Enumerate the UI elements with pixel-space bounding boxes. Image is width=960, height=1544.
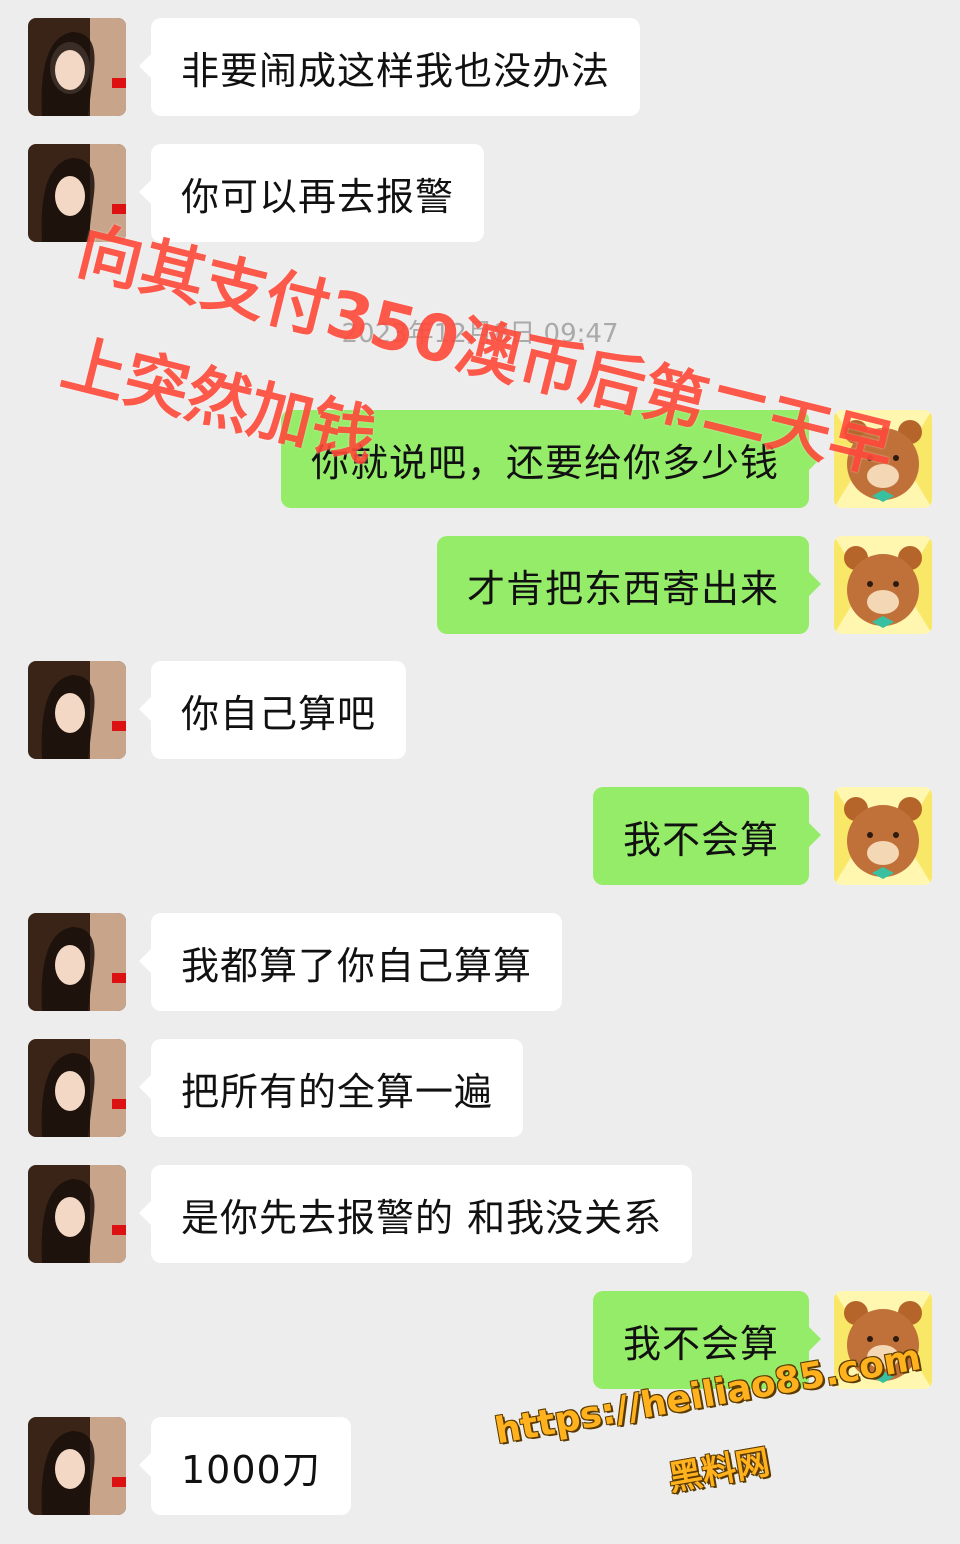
- received-message-bubble[interactable]: 1000刀: [139, 1417, 351, 1515]
- message-row: 我不会算: [0, 787, 960, 885]
- woman-portrait-icon: [28, 18, 126, 116]
- contact-avatar[interactable]: [28, 1417, 126, 1515]
- message-row: 1000刀: [0, 1417, 960, 1515]
- contact-avatar[interactable]: [28, 1165, 126, 1263]
- message-row: 我都算了你自己算算: [0, 913, 960, 1011]
- contact-avatar[interactable]: [28, 1039, 126, 1137]
- received-message-bubble[interactable]: 你自己算吧: [138, 661, 407, 759]
- message-row: 非要闹成这样我也没办法: [0, 18, 960, 116]
- message-row: 你自己算吧: [0, 661, 960, 759]
- received-message-bubble[interactable]: 非要闹成这样我也没办法: [138, 18, 641, 116]
- bear-sticker-icon: [834, 536, 932, 634]
- user-avatar[interactable]: [834, 536, 932, 634]
- message-row: 是你先去报警的 和我没关系: [0, 1165, 960, 1263]
- sent-message-bubble[interactable]: 才肯把东西寄出来: [436, 536, 822, 634]
- woman-portrait-icon: [28, 1039, 126, 1137]
- contact-avatar[interactable]: [28, 913, 126, 1011]
- contact-avatar[interactable]: [28, 18, 126, 116]
- woman-portrait-icon: [28, 913, 126, 1011]
- sent-message-bubble[interactable]: 我不会算: [592, 787, 822, 885]
- bear-sticker-icon: [834, 787, 932, 885]
- woman-portrait-icon: [28, 1165, 126, 1263]
- message-row: 把所有的全算一遍: [0, 1039, 960, 1137]
- received-message-bubble[interactable]: 是你先去报警的 和我没关系: [138, 1165, 693, 1263]
- message-row: 才肯把东西寄出来: [0, 536, 960, 634]
- user-avatar[interactable]: [834, 787, 932, 885]
- received-message-bubble[interactable]: 把所有的全算一遍: [138, 1039, 524, 1137]
- woman-portrait-icon: [28, 661, 126, 759]
- received-message-bubble[interactable]: 我都算了你自己算算: [138, 913, 563, 1011]
- contact-avatar[interactable]: [28, 661, 126, 759]
- woman-portrait-icon: [28, 1417, 126, 1515]
